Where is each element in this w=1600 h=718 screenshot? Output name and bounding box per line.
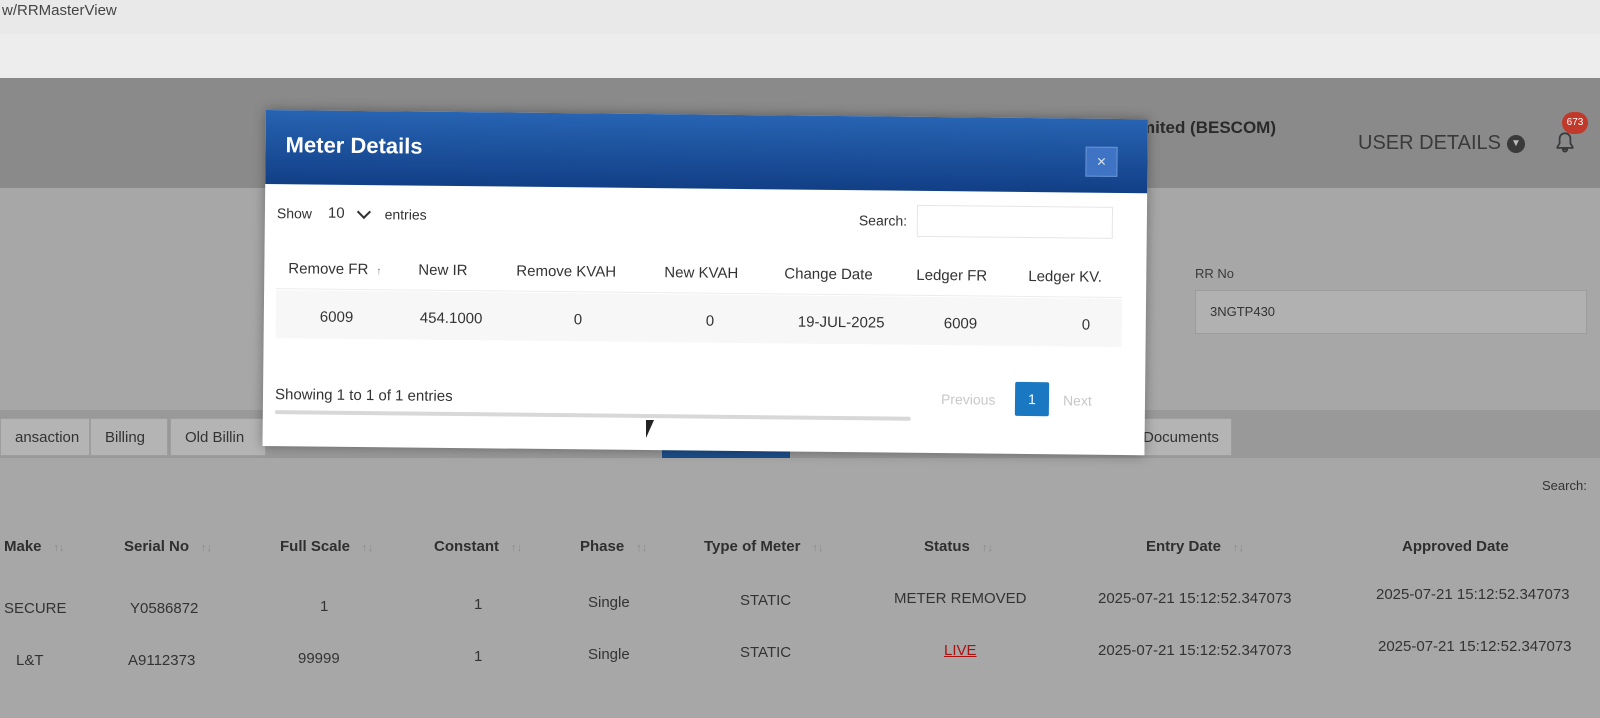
col-constant[interactable]: Constant ↑↓ [434, 538, 522, 555]
modal-title: Meter Details [285, 132, 423, 159]
modal-search-label: Search: [858, 212, 908, 229]
chevron-down-icon [356, 204, 371, 219]
col-status[interactable]: Status ↑↓ [924, 538, 993, 555]
col-remove-fr[interactable]: Remove FR ↑ [288, 260, 381, 278]
table-info: Showing 1 to 1 of 1 entries [274, 386, 453, 405]
entries-length-control: Show 10 entries [277, 202, 427, 225]
mouse-cursor-icon [646, 420, 662, 438]
url-text: w/RRMasterView [2, 2, 117, 19]
user-details-label: USER DETAILS [1358, 132, 1501, 154]
table-cell-make: L&T [16, 652, 44, 669]
cell-ledger-fr: 6009 [943, 315, 978, 333]
table-row [275, 290, 1123, 347]
col-change-date[interactable]: Change Date [784, 265, 873, 283]
table-cell-constant: 1 [474, 596, 483, 613]
table-cell-full-scale: 1 [320, 598, 329, 615]
table-cell-full-scale: 99999 [298, 650, 340, 667]
col-phase[interactable]: Phase ↑↓ [580, 538, 647, 555]
table-cell-status: METER REMOVED [894, 590, 1027, 607]
horizontal-scrollbar[interactable] [274, 410, 911, 421]
table-cell-serial: A9112373 [128, 652, 196, 669]
pagination-previous[interactable]: Previous [941, 391, 996, 408]
col-entry-date[interactable]: Entry Date ↑↓ [1146, 538, 1244, 555]
org-title: mited (BESCOM) [1140, 118, 1276, 137]
col-new-ir[interactable]: New IR [418, 262, 467, 280]
table-cell-make: SECURE [4, 600, 67, 617]
entries-value: 10 [327, 204, 345, 222]
table-cell-entry-date: 2025-07-21 15:12:52.347073 [1098, 642, 1292, 659]
browser-url-bar[interactable]: w/RRMasterView [0, 0, 1600, 34]
cell-new-kvah: 0 [705, 312, 715, 330]
table-cell-serial: Y0586872 [130, 600, 199, 617]
cell-remove-fr: 6009 [319, 308, 354, 326]
table-cell-phase: Single [588, 646, 630, 663]
rr-no-label: RR No [1195, 266, 1235, 281]
cell-ledger-kv: 0 [1081, 316, 1091, 334]
pagination-next[interactable]: Next [1063, 392, 1092, 408]
col-full-scale[interactable]: Full Scale ↑↓ [280, 538, 373, 555]
chevron-down-icon: ▼ [1507, 134, 1525, 153]
modal-header: Meter Details × [265, 110, 1148, 194]
table-search-label: Search: [1542, 478, 1587, 493]
col-ledger-kv[interactable]: Ledger KV. [1028, 268, 1102, 286]
cell-change-date: 19-JUL-2025 [797, 313, 885, 332]
table-cell-approved-date: 2025-07-21 15:12:52.347073 [1376, 586, 1570, 603]
rr-no-value: 3NGTP430 [1210, 304, 1276, 319]
modal-search-input[interactable] [916, 204, 1114, 239]
show-label: Show [276, 204, 313, 221]
pagination-page-1[interactable]: 1 [1014, 381, 1050, 417]
cell-new-ir: 454.1000 [419, 309, 483, 328]
col-new-kvah[interactable]: New KVAH [664, 264, 738, 282]
top-band [0, 34, 1600, 78]
table-cell-type: STATIC [740, 644, 792, 661]
meter-details-modal: Meter Details × Show 10 entries Search: … [262, 110, 1148, 456]
col-make[interactable]: Make ↑↓ [4, 538, 65, 555]
tab-transaction[interactable]: ansaction [0, 418, 90, 456]
table-cell-constant: 1 [474, 648, 483, 665]
cell-remove-kvah: 0 [573, 311, 583, 329]
tab-old-billing[interactable]: Old Billin [170, 418, 266, 456]
col-serial-no[interactable]: Serial No ↑↓ [124, 538, 212, 555]
table-cell-entry-date: 2025-07-21 15:12:52.347073 [1098, 590, 1292, 607]
entries-label: entries [384, 205, 427, 223]
table-cell-phase: Single [588, 594, 630, 611]
col-type-of-meter[interactable]: Type of Meter ↑↓ [704, 538, 823, 555]
entries-select[interactable]: 10 [320, 203, 377, 225]
col-approved-date[interactable]: Approved Date [1402, 538, 1509, 555]
close-button[interactable]: × [1085, 146, 1118, 177]
user-details-menu[interactable]: USER DETAILS ▼ [1358, 132, 1525, 155]
table-cell-approved-date: 2025-07-21 15:12:52.347073 [1378, 638, 1572, 655]
col-ledger-fr[interactable]: Ledger FR [916, 267, 987, 285]
table-cell-type: STATIC [740, 592, 792, 609]
col-remove-kvah[interactable]: Remove KVAH [516, 263, 616, 281]
tab-billing[interactable]: Billing [90, 418, 168, 456]
notification-badge: 673 [1562, 112, 1588, 134]
status-live-link[interactable]: LIVE [944, 642, 977, 659]
